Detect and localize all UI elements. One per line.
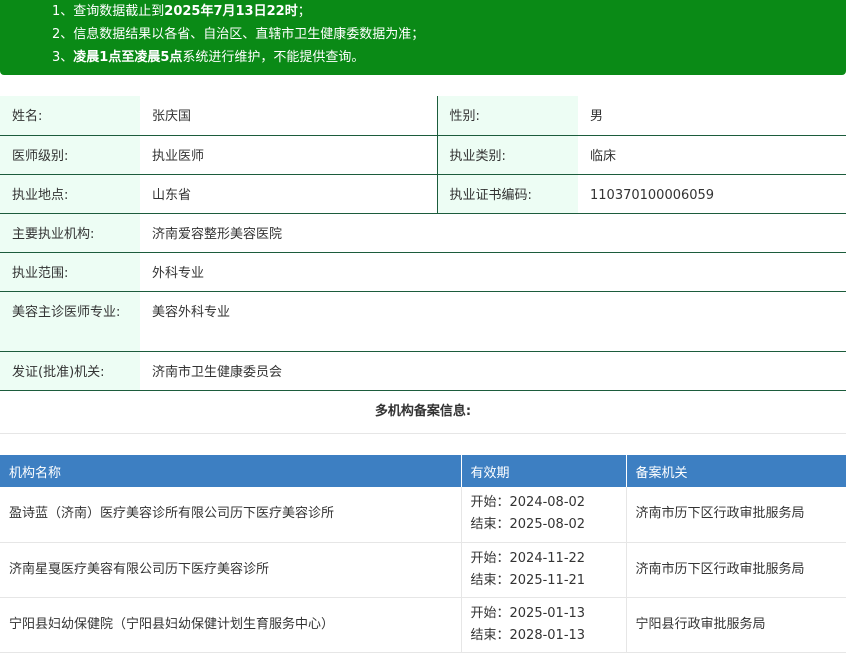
institution-value: 济南爱容整形美容医院 xyxy=(140,213,846,253)
table-row: 济南星戛医疗美容有限公司历下医疗美容诊所 开始：2024-11-22 结束：20… xyxy=(0,542,846,598)
record-start: 开始：2024-11-22 xyxy=(470,550,586,566)
location-label: 执业地点: xyxy=(0,174,140,214)
record-authority: 济南市历下区行政审批服务局 xyxy=(626,542,846,598)
notice-line-3-prefix: 3、 xyxy=(52,50,74,65)
authority-label: 发证(批准)机关: xyxy=(0,351,140,391)
notice-line-1-bold: 2025年7月13日22时 xyxy=(164,4,298,19)
records-table: 机构名称 有效期 备案机关 盈诗蓝（济南）医疗美容诊所有限公司历下医疗美容诊所 … xyxy=(0,455,846,653)
cosmetic-label: 美容主诊医师专业: xyxy=(0,291,140,352)
record-authority: 宁阳县行政审批服务局 xyxy=(626,597,846,653)
info-row-institution: 主要执业机构: 济南爱容整形美容医院 xyxy=(0,213,846,253)
doctor-info-table: 姓名: 张庆国 性别: 男 医师级别: 执业医师 执业类别: 临床 执业地点: … xyxy=(0,96,846,391)
info-row-name: 姓名: 张庆国 性别: 男 xyxy=(0,96,846,136)
info-row-cosmetic: 美容主诊医师专业: 美容外科专业 xyxy=(0,291,846,352)
info-row-scope: 执业范围: 外科专业 xyxy=(0,252,846,292)
table-row: 宁阳县妇幼保健院（宁阳县妇幼保健计划生育服务中心） 开始：2025-01-13 … xyxy=(0,597,846,653)
record-validity: 开始：2024-11-22 结束：2025-11-21 xyxy=(461,542,627,598)
name-value: 张庆国 xyxy=(140,96,437,136)
record-institution-name: 济南星戛医疗美容有限公司历下医疗美容诊所 xyxy=(0,542,462,598)
info-row-location: 执业地点: 山东省 执业证书编码: 110370100006059 xyxy=(0,174,846,214)
gender-value: 男 xyxy=(578,96,846,136)
table-row: 盈诗蓝（济南）医疗美容诊所有限公司历下医疗美容诊所 开始：2024-08-02 … xyxy=(0,487,846,543)
notice-line-3-bold: 凌晨1点至凌晨5点 xyxy=(73,50,183,65)
institution-label: 主要执业机构: xyxy=(0,213,140,253)
record-end: 结束：2028-01-13 xyxy=(470,627,586,643)
record-end: 结束：2025-11-21 xyxy=(470,572,586,588)
notice-line-2: 2、信息数据结果以各省、自治区、直辖市卫生健康委数据为准； xyxy=(52,27,425,42)
cert-value: 110370100006059 xyxy=(578,174,846,214)
multi-institution-title: 多机构备案信息: xyxy=(0,392,846,434)
notice-line-1-suffix: ； xyxy=(297,4,311,19)
header-authority: 备案机关 xyxy=(626,455,846,487)
header-validity: 有效期 xyxy=(461,455,627,487)
name-label: 姓名: xyxy=(0,96,140,136)
scope-value: 外科专业 xyxy=(140,252,846,292)
level-label: 医师级别: xyxy=(0,135,140,175)
cert-label: 执业证书编码: xyxy=(436,174,578,214)
record-start: 开始：2024-08-02 xyxy=(470,495,586,510)
records-header-row: 机构名称 有效期 备案机关 xyxy=(0,455,846,487)
record-institution-name: 盈诗蓝（济南）医疗美容诊所有限公司历下医疗美容诊所 xyxy=(0,487,462,543)
level-value: 执业医师 xyxy=(140,135,437,175)
record-start: 开始：2025-01-13 xyxy=(470,605,586,621)
record-institution-name: 宁阳县妇幼保健院（宁阳县妇幼保健计划生育服务中心） xyxy=(0,597,462,653)
notice-line-1: 1、查询数据截止到2025年7月13日22时； xyxy=(52,2,846,25)
notice-line-1-prefix: 1、查询数据截止到 xyxy=(52,4,165,19)
info-row-level: 医师级别: 执业医师 执业类别: 临床 xyxy=(0,135,846,175)
location-value: 山东省 xyxy=(140,174,437,214)
record-validity: 开始：2024-08-02 结束：2025-08-02 xyxy=(461,487,627,543)
cosmetic-value: 美容外科专业 xyxy=(140,291,846,352)
category-label: 执业类别: xyxy=(436,135,578,175)
record-authority: 济南市历下区行政审批服务局 xyxy=(626,487,846,543)
notice-banner: 1、查询数据截止到2025年7月13日22时； 2、信息数据结果以各省、自治区、… xyxy=(0,0,846,75)
authority-value: 济南市卫生健康委员会 xyxy=(140,351,846,391)
info-row-authority: 发证(批准)机关: 济南市卫生健康委员会 xyxy=(0,351,846,391)
gender-label: 性别: xyxy=(436,96,578,136)
record-end: 结束：2025-08-02 xyxy=(470,517,586,532)
scope-label: 执业范围: xyxy=(0,252,140,292)
header-institution-name: 机构名称 xyxy=(0,455,462,487)
notice-line-3: 3、凌晨1点至凌晨5点系统进行维护，不能提供查询。 xyxy=(52,48,846,71)
record-validity: 开始：2025-01-13 结束：2028-01-13 xyxy=(461,597,627,653)
category-value: 临床 xyxy=(578,135,846,175)
notice-line-3-suffix: 系统进行维护，不能提供查询。 xyxy=(182,50,365,65)
